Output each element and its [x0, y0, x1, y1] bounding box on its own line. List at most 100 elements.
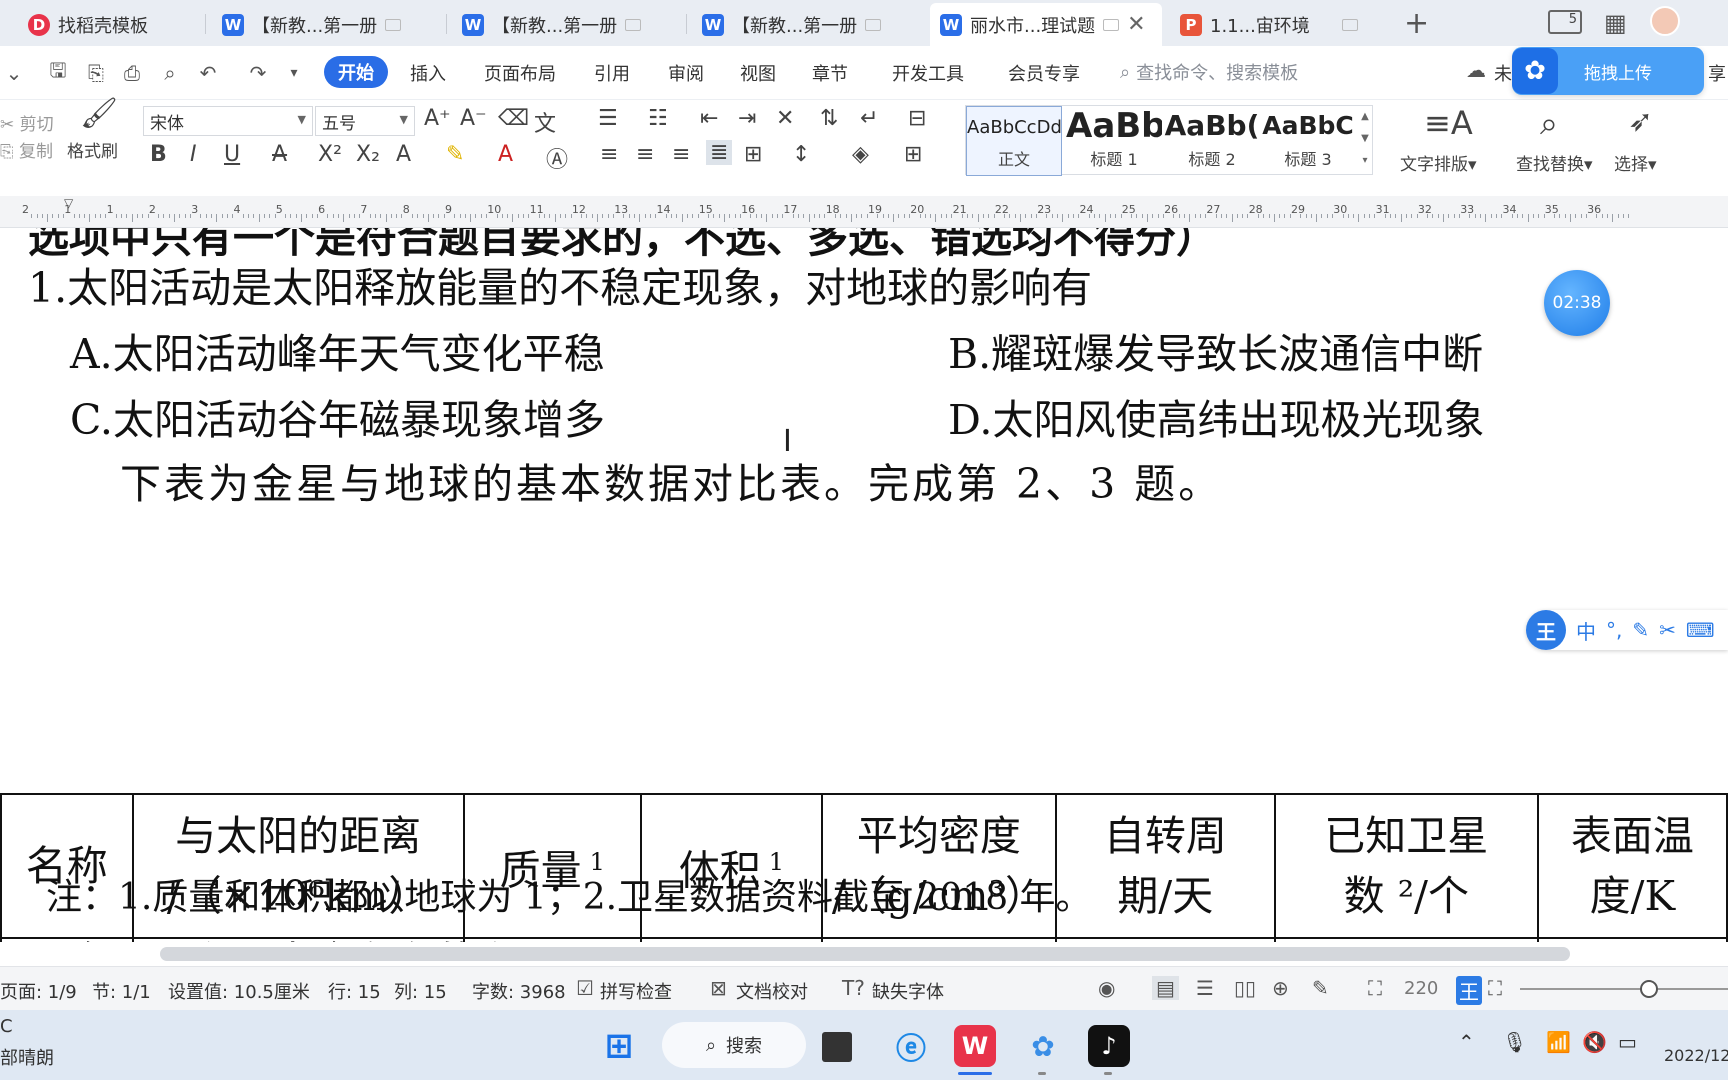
find-replace-icon[interactable]: ⌕: [1540, 104, 1558, 143]
setting-indicator[interactable]: 设置值: 10.5厘米: [168, 978, 310, 1004]
pen-icon[interactable]: ✎: [1632, 618, 1649, 642]
numbering-icon[interactable]: ☷: [648, 106, 668, 131]
tab-docer[interactable]: D 找稻壳模板: [18, 3, 203, 46]
increase-indent-icon[interactable]: ⇥: [738, 106, 756, 131]
wifi-icon[interactable]: 📶: [1546, 1030, 1571, 1054]
drag-upload-button[interactable]: ✿ 拖拽上传: [1512, 47, 1704, 95]
wps-office-icon[interactable]: W: [954, 1025, 996, 1067]
baidu-netdisk-icon[interactable]: ✿: [1022, 1025, 1064, 1067]
style-normal[interactable]: AaBbCcDd 正文: [966, 106, 1062, 176]
text-effect-icon[interactable]: A: [396, 142, 411, 167]
font-name-select[interactable]: 宋体 ▼: [143, 106, 313, 136]
justify-icon[interactable]: ≣: [706, 140, 733, 165]
menu-home[interactable]: 开始: [324, 56, 388, 88]
style-heading-3[interactable]: AaBbC 标题 3: [1260, 106, 1356, 176]
undo-icon[interactable]: ↶: [194, 59, 222, 87]
print-preview-icon[interactable]: ⌕: [156, 59, 184, 87]
table-tools-icon[interactable]: ⊟: [908, 106, 926, 131]
ime-mode[interactable]: 中: [1576, 616, 1596, 645]
menu-view[interactable]: 视图: [740, 60, 776, 86]
menu-member[interactable]: 会员专享: [1008, 60, 1080, 86]
italic-icon[interactable]: I: [190, 142, 197, 167]
align-center-icon[interactable]: ≡: [636, 142, 654, 167]
cloud-icon[interactable]: ☁: [1466, 58, 1486, 82]
edge-browser-icon[interactable]: ⓔ: [890, 1025, 932, 1067]
shading-icon[interactable]: ◈: [852, 142, 869, 167]
export-pdf-icon[interactable]: ⎘: [82, 59, 110, 87]
ime-taskbar-icon[interactable]: 王: [1456, 976, 1482, 1005]
shrink-font-icon[interactable]: A⁻: [460, 106, 487, 131]
proofread-icon[interactable]: ⊠: [710, 976, 727, 1000]
document-page[interactable]: 选项中只有一个是符合题目要求的，不选、多选、错选均不得分） 1.太阳活动是太阳释…: [0, 228, 1728, 944]
zoom-slider-knob[interactable]: [1640, 980, 1658, 998]
text-layout-button[interactable]: 文字排版▾: [1400, 150, 1477, 175]
menu-references[interactable]: 引用: [594, 60, 630, 86]
windows-start-icon[interactable]: ⊞: [598, 1025, 640, 1067]
command-search[interactable]: ⌕ 查找命令、搜索模板: [1120, 59, 1298, 85]
write-mode-icon[interactable]: ✎: [1312, 976, 1329, 1000]
horizontal-ruler[interactable]: 2 1 1 2 3 4 5 6 7 8 9 10 11 12 13 14 15 16 17 18 19 20 21 22 23 2…: [0, 196, 1728, 228]
strikethrough-icon[interactable]: A: [272, 142, 287, 167]
format-painter-label[interactable]: 格式刷: [67, 137, 118, 162]
tab-doc-2[interactable]: W 【新教...第一册: [452, 3, 682, 46]
tab-doc-3[interactable]: W 【新教...第一册: [692, 3, 922, 46]
zoom-level[interactable]: 220: [1404, 978, 1438, 999]
subscript-icon[interactable]: X₂: [356, 142, 380, 167]
char-border-icon[interactable]: Ⓐ: [546, 142, 568, 174]
ime-toolbar[interactable]: 王 中 °, ✎ ✂ ⌨: [1526, 610, 1728, 650]
save-icon[interactable]: 🖫: [44, 58, 72, 87]
show-hidden-icons-icon[interactable]: ⌃: [1458, 1030, 1475, 1054]
punctuation-icon[interactable]: °,: [1606, 618, 1622, 642]
find-replace-button[interactable]: 查找替换▾: [1516, 150, 1593, 175]
section-indicator[interactable]: 节: 1/1: [92, 978, 151, 1004]
weather-desc[interactable]: 部晴朗: [0, 1044, 54, 1070]
scrollbar-thumb[interactable]: [160, 947, 1570, 961]
volume-icon[interactable]: 🔇: [1582, 1030, 1607, 1054]
new-tab-icon[interactable]: +: [1404, 6, 1429, 41]
tab-ppt[interactable]: P 1.1...宙环境: [1170, 3, 1370, 46]
superscript-icon[interactable]: X²: [318, 142, 342, 167]
indent-marker-icon[interactable]: ▽: [64, 196, 73, 210]
close-tab-icon[interactable]: ✕: [1127, 12, 1145, 37]
text-direction-icon[interactable]: ✕: [776, 106, 794, 131]
word-count[interactable]: 字数: 3968: [472, 978, 566, 1004]
eye-protection-icon[interactable]: ◉: [1098, 976, 1115, 1000]
weather-temp[interactable]: C: [0, 1016, 13, 1037]
horizontal-scrollbar[interactable]: [0, 942, 1728, 966]
spell-check-icon[interactable]: ☑: [576, 976, 594, 1000]
page-view-icon[interactable]: ▤: [1152, 976, 1179, 1000]
style-heading-1[interactable]: AaBb 标题 1: [1066, 106, 1162, 176]
row-indicator[interactable]: 行: 15: [328, 978, 381, 1004]
menu-developer[interactable]: 开发工具: [892, 60, 964, 86]
microphone-icon[interactable]: 🎙: [1502, 1030, 1527, 1054]
line-spacing-icon[interactable]: ↕: [792, 142, 810, 167]
decrease-indent-icon[interactable]: ⇤: [700, 106, 718, 131]
missing-font-button[interactable]: 缺失字体: [872, 978, 944, 1004]
page-indicator[interactable]: 页面: 1/9: [0, 978, 77, 1004]
taskbar-search[interactable]: ⌕ 搜索: [662, 1022, 806, 1068]
bold-icon[interactable]: B: [150, 142, 167, 167]
font-size-select[interactable]: 五号 ▼: [315, 106, 415, 136]
fit-window-icon[interactable]: ⛶: [1368, 976, 1382, 1000]
tab-doc-active[interactable]: W 丽水市...理试题 ✕: [930, 3, 1162, 46]
keyboard-icon[interactable]: ⌨: [1686, 618, 1715, 642]
redo-icon[interactable]: ↷: [244, 59, 272, 87]
tab-doc-1[interactable]: W 【新教...第一册: [212, 3, 442, 46]
phonetic-icon[interactable]: 文: [534, 106, 556, 138]
cut-button[interactable]: ✂ 剪切: [0, 110, 54, 135]
proofread-button[interactable]: 文档校对: [736, 978, 808, 1004]
print-icon[interactable]: ⎙: [118, 59, 146, 87]
fullscreen-icon[interactable]: ⛶: [1488, 976, 1502, 1000]
spell-check-button[interactable]: 拼写检查: [600, 978, 672, 1004]
menu-review[interactable]: 审阅: [668, 60, 704, 86]
borders-icon[interactable]: ⊞: [904, 142, 922, 167]
web-view-icon[interactable]: ⊕: [1272, 976, 1289, 1000]
window-count-icon[interactable]: 5: [1548, 10, 1582, 34]
align-left-icon[interactable]: ≡: [600, 142, 618, 167]
tiktok-icon[interactable]: ♪: [1088, 1025, 1130, 1067]
recording-timer[interactable]: 02:38: [1544, 270, 1610, 336]
underline-icon[interactable]: U: [224, 142, 240, 167]
zoom-slider-track[interactable]: [1520, 988, 1728, 990]
align-right-icon[interactable]: ≡: [672, 142, 690, 167]
task-view-icon[interactable]: [822, 1032, 852, 1062]
